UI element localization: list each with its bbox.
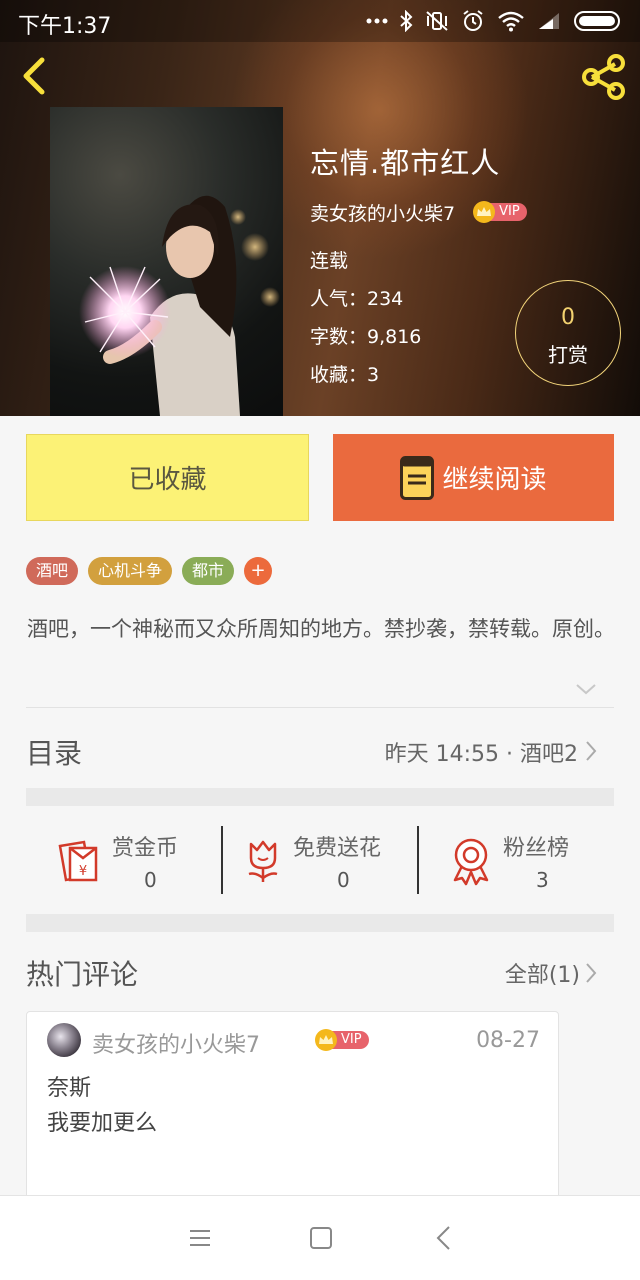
svg-text:¥: ¥ (79, 864, 87, 879)
vip-badge: VIP (473, 201, 527, 223)
medal-icon (453, 838, 489, 886)
table-of-contents-row[interactable]: 目录 昨天 14:55 · 酒吧2 (26, 712, 614, 788)
back-nav-icon[interactable] (429, 1223, 459, 1253)
tag-jiuba[interactable]: 酒吧 (26, 557, 79, 585)
signal-icon (536, 9, 562, 33)
reward-count: 0 (561, 305, 575, 330)
comment-text-line: 奈斯 (47, 1076, 92, 1101)
book-description: 酒吧，一个神秘而又众所周知的地方。禁抄袭，禁转载。原创。 (27, 617, 615, 641)
section-separator (26, 914, 614, 932)
add-tag-button[interactable]: + (244, 557, 273, 585)
book-header: 下午1:37 忘情.都市红人 卖女孩的小火柴7 VIP 连载 人气：234 字数… (0, 0, 640, 416)
reward-label: 打赏 (548, 343, 588, 367)
back-button[interactable] (14, 54, 58, 98)
cover-photo (79, 195, 280, 416)
system-navigation-bar (0, 1195, 640, 1280)
more-dots-icon (366, 9, 388, 33)
wifi-icon (497, 9, 525, 33)
coin-reward-value: 0 (144, 868, 157, 892)
vibrate-mute-icon (424, 9, 450, 33)
coin-reward-stat[interactable]: ¥ 赏金币 0 (26, 806, 221, 914)
vip-badge: VIP (315, 1029, 369, 1051)
chevron-right-icon (586, 741, 597, 761)
comment-text-line: 我要加更么 (47, 1111, 158, 1136)
book-favorites: 收藏：3 (310, 364, 380, 386)
share-icon (582, 54, 625, 100)
divider (26, 707, 614, 708)
status-bar: 下午1:37 (0, 0, 640, 42)
author-name[interactable]: 卖女孩的小火柴7 (310, 199, 455, 226)
bluetooth-icon (398, 9, 414, 33)
coin-reward-label: 赏金币 (112, 836, 179, 861)
avatar[interactable] (47, 1023, 81, 1057)
all-comments-link[interactable]: 全部(1) (505, 957, 580, 989)
comment-username[interactable]: 卖女孩的小火柴7 (92, 1027, 260, 1059)
reward-button[interactable]: 0 打赏 (515, 280, 621, 386)
chevron-right-icon[interactable] (584, 961, 598, 985)
book-title: 忘情.都市红人 (310, 146, 501, 180)
collected-button[interactable]: 已收藏 (26, 434, 309, 521)
tag-xinji[interactable]: 心机斗争 (88, 557, 173, 585)
fan-ranking-stat[interactable]: 粉丝榜 3 (419, 806, 614, 914)
fan-ranking-value: 3 (536, 868, 549, 892)
send-flower-label: 免费送花 (293, 836, 382, 861)
stats-row: ¥ 赏金币 0 免费送花 0 粉丝榜 3 (26, 806, 614, 914)
home-icon[interactable] (306, 1223, 336, 1253)
collected-label: 已收藏 (128, 465, 207, 495)
tag-dushi[interactable]: 都市 (182, 557, 235, 585)
comment-date: 08-27 (476, 1028, 540, 1053)
book-cover-image[interactable] (50, 107, 283, 416)
menu-icon[interactable] (185, 1223, 215, 1253)
book-icon (400, 455, 435, 500)
chevron-left-icon (23, 57, 45, 95)
toc-latest-chapter: 昨天 14:55 · 酒吧2 (384, 742, 578, 767)
book-status: 连载 (310, 250, 349, 272)
book-popularity: 人气：234 (310, 288, 404, 310)
chevron-down-icon[interactable] (574, 681, 598, 697)
flower-icon (248, 840, 278, 882)
tag-list: 酒吧 心机斗争 都市 + (26, 557, 273, 585)
book-word-count: 字数：9,816 (310, 326, 422, 348)
toc-title: 目录 (26, 737, 83, 770)
status-time: 下午1:37 (18, 14, 112, 39)
author-row[interactable]: 卖女孩的小火柴7 VIP (310, 198, 527, 226)
crown-icon (315, 1029, 337, 1051)
share-button[interactable] (578, 52, 628, 102)
fan-ranking-label: 粉丝榜 (503, 836, 570, 861)
crown-icon (473, 201, 496, 223)
hot-comments-title: 热门评论 (26, 958, 139, 991)
battery-icon (574, 9, 624, 33)
section-separator (26, 788, 614, 806)
continue-reading-button[interactable]: 继续阅读 (333, 434, 614, 521)
continue-reading-label: 继续阅读 (442, 465, 547, 495)
alarm-icon (460, 9, 486, 33)
hot-comments-header: 热门评论 全部(1) (26, 950, 614, 1000)
send-flower-value: 0 (337, 868, 350, 892)
red-envelope-icon: ¥ (58, 840, 98, 882)
send-flower-stat[interactable]: 免费送花 0 (223, 806, 417, 914)
comment-card[interactable]: 卖女孩的小火柴7 VIP 08-27 奈斯 我要加更么 (26, 1011, 559, 1211)
